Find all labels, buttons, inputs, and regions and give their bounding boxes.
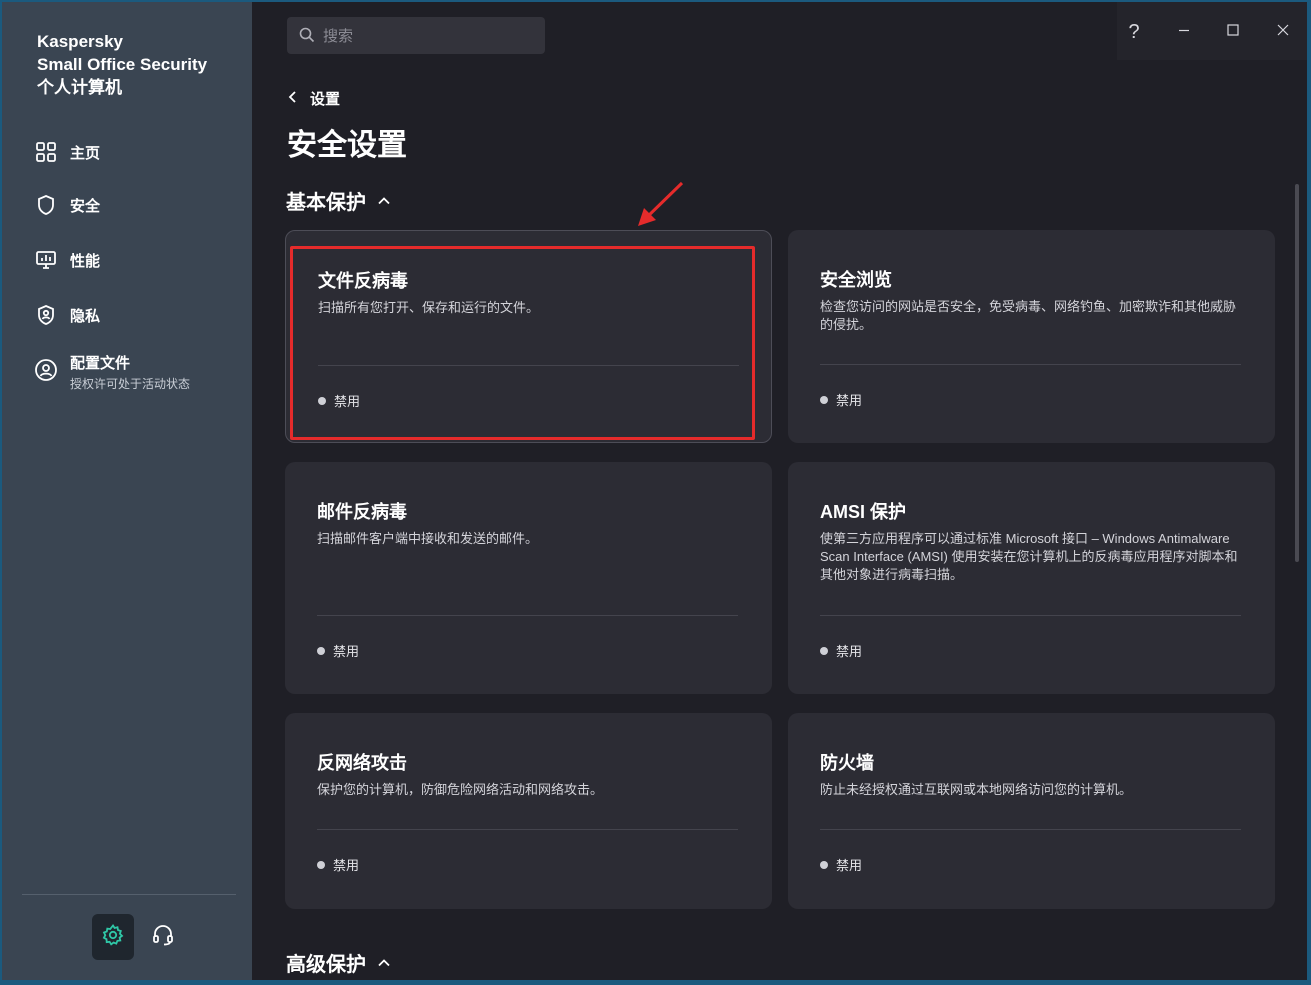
status-label: 禁用 [333, 858, 360, 873]
status-indicator: 禁用 [820, 855, 862, 874]
card-divider [318, 365, 739, 366]
grid-icon [34, 140, 58, 164]
card-description: 扫描邮件客户端中接收和发送的邮件。 [317, 531, 539, 546]
sidebar-item-privacy[interactable]: 隐私 [2, 293, 252, 337]
status-dot [317, 860, 325, 869]
close-icon [1277, 23, 1289, 41]
card-title: 防火墙 [820, 753, 874, 773]
back-link[interactable]: 设置 [288, 88, 340, 109]
card-description: 扫描所有您打开、保存和运行的文件。 [318, 300, 540, 315]
sidebar-item-label: 主页 [70, 144, 101, 162]
status-indicator: 禁用 [820, 641, 862, 660]
chevron-up-icon [378, 189, 390, 212]
sidebar-item-label: 安全 [70, 197, 101, 215]
license-status: 授权许可处于活动状态 [70, 377, 191, 391]
maximize-icon [1227, 23, 1239, 41]
card-safe-browsing[interactable]: 安全浏览 检查您访问的网站是否安全，免受病毒、网络钓鱼、加密欺诈和其他威胁的侵扰… [788, 230, 1275, 443]
brand-line-2: Small Office Security [37, 55, 208, 74]
card-divider [820, 364, 1241, 365]
status-label: 禁用 [836, 393, 863, 408]
sidebar-item-label: 配置文件 [70, 355, 131, 372]
status-label: 禁用 [334, 394, 361, 409]
search-box[interactable] [287, 17, 545, 54]
user-circle-icon [34, 358, 58, 382]
gear-icon [101, 923, 125, 952]
status-label: 禁用 [836, 644, 863, 659]
sidebar-item-profile[interactable]: 配置文件 授权许可处于活动状态 [2, 345, 252, 395]
card-mail-antivirus[interactable]: 邮件反病毒 扫描邮件客户端中接收和发送的邮件。 禁用 [285, 462, 772, 694]
brand: Kaspersky Small Office Security 个人计算机 [37, 30, 207, 99]
sidebar-item-performance[interactable]: 性能 [2, 238, 252, 282]
close-button[interactable] [1263, 12, 1303, 52]
section-title-label: 基本保护 [286, 192, 366, 214]
card-title: 反网络攻击 [317, 753, 407, 773]
support-button[interactable] [147, 916, 179, 958]
sidebar-item-home[interactable]: 主页 [2, 130, 252, 174]
minimize-button[interactable] [1164, 12, 1204, 52]
status-label: 禁用 [333, 644, 360, 659]
card-divider [317, 829, 738, 830]
settings-button[interactable] [92, 914, 134, 960]
status-indicator: 禁用 [318, 391, 360, 410]
search-icon [299, 27, 315, 48]
card-divider [317, 615, 738, 616]
chevron-up-icon [378, 951, 390, 974]
shield-person-icon [34, 303, 58, 327]
sidebar-item-security[interactable]: 安全 [2, 183, 252, 227]
card-title: AMSI 保护 [820, 502, 907, 522]
card-title: 邮件反病毒 [317, 502, 407, 522]
status-dot [820, 860, 828, 869]
card-description: 使第三方应用程序可以通过标准 Microsoft 接口 – Windows An… [820, 531, 1238, 582]
status-dot [820, 395, 828, 404]
brand-line-1: Kaspersky [37, 32, 124, 51]
status-indicator: 禁用 [317, 855, 359, 874]
card-file-antivirus[interactable]: 文件反病毒 扫描所有您打开、保存和运行的文件。 禁用 [285, 230, 772, 443]
card-description: 检查您访问的网站是否安全，免受病毒、网络钓鱼、加密欺诈和其他威胁的侵扰。 [820, 299, 1237, 332]
shield-icon [34, 193, 58, 217]
brand-line-3: 个人计算机 [37, 78, 122, 97]
card-network-attack-blocker[interactable]: 反网络攻击 保护您的计算机，防御危险网络活动和网络攻击。 禁用 [285, 713, 772, 909]
chevron-left-icon [288, 90, 298, 107]
sidebar-divider [22, 894, 236, 895]
minimize-icon [1178, 23, 1190, 41]
card-title: 文件反病毒 [318, 271, 408, 291]
status-label: 禁用 [836, 858, 863, 873]
status-dot [318, 396, 326, 405]
card-description: 保护您的计算机，防御危险网络活动和网络攻击。 [317, 782, 604, 797]
section-title-label: 高级保护 [286, 954, 366, 976]
page-title: 安全设置 [287, 129, 407, 162]
monitor-chart-icon [34, 248, 58, 272]
help-icon: ? [1128, 20, 1140, 43]
scrollbar[interactable] [1295, 184, 1299, 562]
status-indicator: 禁用 [317, 641, 359, 660]
maximize-button[interactable] [1213, 12, 1253, 52]
headset-icon [151, 923, 175, 952]
section-advanced-protection[interactable]: 高级保护 [286, 948, 390, 977]
search-input[interactable] [323, 17, 533, 54]
status-dot [820, 646, 828, 655]
back-label: 设置 [310, 91, 341, 108]
card-title: 安全浏览 [820, 270, 892, 290]
sidebar: Kaspersky Small Office Security 个人计算机 主页 [2, 2, 252, 980]
card-firewall[interactable]: 防火墙 防止未经授权通过互联网或本地网络访问您的计算机。 禁用 [788, 713, 1275, 909]
card-divider [820, 615, 1241, 616]
help-button[interactable]: ? [1114, 12, 1154, 52]
card-amsi-protection[interactable]: AMSI 保护 使第三方应用程序可以通过标准 Microsoft 接口 – Wi… [788, 462, 1275, 694]
status-dot [317, 646, 325, 655]
card-divider [820, 829, 1241, 830]
status-indicator: 禁用 [820, 390, 862, 409]
sidebar-item-label: 性能 [70, 252, 101, 270]
section-basic-protection[interactable]: 基本保护 [286, 186, 390, 215]
desktop-edge [1307, 0, 1311, 985]
sidebar-item-label: 隐私 [70, 307, 101, 325]
app-window: Kaspersky Small Office Security 个人计算机 主页 [2, 2, 1307, 980]
card-description: 防止未经授权通过互联网或本地网络访问您的计算机。 [820, 782, 1133, 797]
annotation-arrow-icon [638, 181, 684, 226]
